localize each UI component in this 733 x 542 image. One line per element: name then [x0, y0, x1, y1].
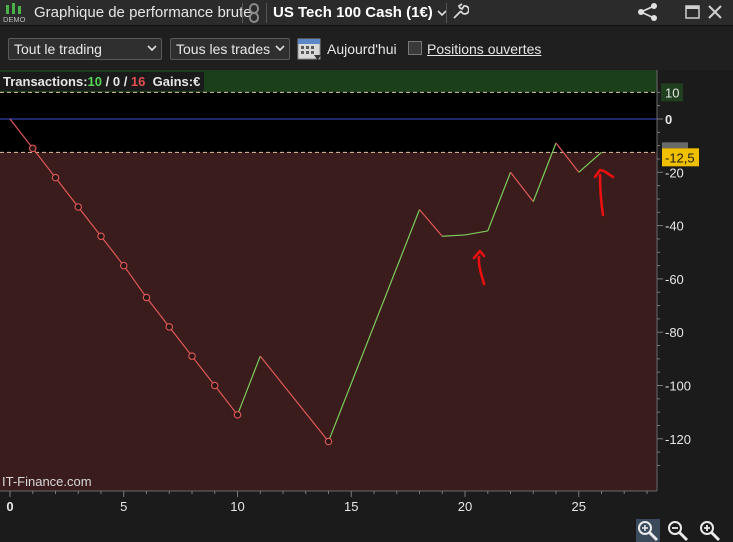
- x-tick-label: 25: [572, 499, 586, 514]
- neutral-zone: [0, 92, 657, 153]
- y-tick-label: -80: [665, 325, 684, 340]
- transactions-label: Transactions:: [3, 74, 88, 89]
- x-tick-label: 15: [344, 499, 358, 514]
- x-tick-label: 0: [6, 499, 13, 514]
- data-point: [28, 144, 37, 153]
- zoom-fit-icon[interactable]: [636, 519, 660, 542]
- x-tick-label: 20: [458, 499, 472, 514]
- x-tick-label: 5: [120, 499, 127, 514]
- data-point: [188, 352, 196, 360]
- y-tick-label: -60: [665, 272, 684, 287]
- y-tick-label: -100: [665, 379, 691, 394]
- divider: [446, 3, 447, 23]
- toolbar: Tout le trading Tous les trades Aujourd'…: [0, 27, 733, 70]
- data-point: [165, 323, 174, 331]
- zoom-in-icon[interactable]: [698, 519, 722, 542]
- zoom-out-icon[interactable]: [666, 519, 690, 542]
- close-icon[interactable]: [706, 3, 724, 21]
- scope-select[interactable]: Tout le trading: [8, 38, 162, 60]
- instrument-label: US Tech 100 Cash (1€): [273, 4, 433, 21]
- gains-unit: €: [193, 74, 201, 89]
- data-point: [324, 437, 333, 446]
- watermark: IT-Finance.com: [2, 474, 92, 489]
- title-bar: DEMO Graphique de performance brute US T…: [0, 0, 733, 26]
- divider: [266, 3, 267, 23]
- open-positions-label[interactable]: Positions ouvertes: [427, 41, 541, 57]
- calendar-icon[interactable]: [297, 35, 323, 61]
- data-point: [51, 173, 60, 182]
- data-point: [74, 203, 83, 211]
- data-point: [211, 381, 219, 390]
- performance-chart[interactable]: 10 0 -20 -40 -60 -80 -100 -120 -12,5 0 5 10 15 20 25: [0, 70, 733, 542]
- y-tick-label: -120: [665, 432, 691, 447]
- current-value-label: -12,5: [665, 150, 695, 165]
- current-label-tab: [662, 142, 688, 149]
- demo-logo-icon: DEMO: [3, 3, 26, 24]
- window-title: Graphique de performance brute: [34, 4, 252, 21]
- demo-label: DEMO: [3, 15, 26, 24]
- separator: /: [102, 74, 113, 89]
- trades-select[interactable]: Tous les trades: [170, 38, 290, 60]
- winning-trades-count: 10: [87, 74, 102, 89]
- chevron-down-icon: [147, 45, 157, 52]
- today-button[interactable]: Aujourd'hui: [327, 41, 397, 57]
- link-icon[interactable]: [247, 3, 261, 23]
- neutral-trades-count: 0: [112, 74, 121, 89]
- data-point: [97, 232, 105, 241]
- data-point: [142, 293, 151, 302]
- y-tick-label: -40: [665, 219, 684, 234]
- data-point: [233, 411, 242, 419]
- minimize-icon[interactable]: [684, 3, 702, 21]
- transactions-summary: Transactions:10 / 0 / 16 Gains:€: [0, 72, 205, 91]
- gains-label: Gains:: [152, 74, 194, 89]
- instrument-selector[interactable]: US Tech 100 Cash (1€): [273, 4, 447, 21]
- divider: [242, 3, 243, 23]
- scope-select-value: Tout le trading: [14, 41, 102, 57]
- open-positions-checkbox[interactable]: [408, 41, 422, 55]
- y-tick-label: 0: [665, 112, 672, 127]
- share-icon[interactable]: [636, 2, 660, 22]
- trades-select-value: Tous les trades: [176, 41, 271, 57]
- y-tick-label: 10: [665, 85, 679, 100]
- chevron-down-icon: [275, 45, 285, 52]
- losing-trades-count: 16: [130, 74, 146, 89]
- wrench-icon[interactable]: [451, 3, 469, 21]
- separator: /: [120, 74, 131, 89]
- y-tick-label: -20: [665, 165, 684, 180]
- x-tick-label: 10: [230, 499, 244, 514]
- data-point: [120, 261, 128, 270]
